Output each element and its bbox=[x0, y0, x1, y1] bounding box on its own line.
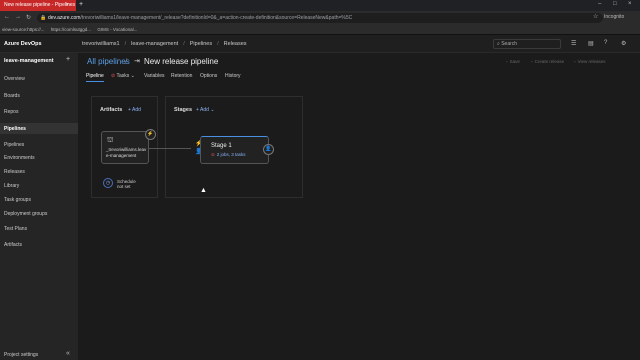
artifact-name: _trevoriwilliams.leave-management bbox=[106, 147, 147, 158]
tab-retention[interactable]: Retention bbox=[171, 73, 192, 79]
search-placeholder: Search bbox=[501, 41, 518, 47]
address-bar-row: ← → ↻ 🔒 dev.azure.com/trevoriwilliams1/l… bbox=[0, 11, 640, 25]
url-input[interactable]: 🔒 dev.azure.com/trevoriwilliams1/leave-m… bbox=[37, 13, 603, 23]
project-settings-link[interactable]: Project settings bbox=[4, 352, 38, 358]
reload-icon[interactable]: ↻ bbox=[26, 14, 31, 21]
tab-variables[interactable]: Variables bbox=[144, 73, 164, 79]
tab-history[interactable]: History bbox=[225, 73, 241, 79]
error-icon: ⊘ bbox=[211, 152, 215, 157]
sidebar: leave-management + Overview Boards Repos… bbox=[0, 53, 78, 360]
list-icon[interactable]: ☰ bbox=[571, 40, 576, 47]
tab-title: New release pipeline - Pipelines bbox=[4, 2, 76, 8]
breadcrumb-project[interactable]: leave-management bbox=[131, 41, 178, 47]
sidebar-item-task-groups[interactable]: Task groups bbox=[0, 194, 78, 205]
breadcrumb-separator: / bbox=[124, 41, 127, 47]
add-artifact-button[interactable]: + Add bbox=[128, 107, 141, 113]
release-pipeline-icon: ⇥ bbox=[134, 58, 140, 65]
url-host: dev.azure.com bbox=[48, 15, 81, 21]
lock-icon: 🔒 bbox=[40, 15, 47, 21]
devops-header: Azure DevOps trevoriwilliams1 / leave-mana… bbox=[0, 35, 640, 53]
create-release-button[interactable]: ▫ Create release bbox=[531, 59, 564, 64]
incognito-label: Incognito bbox=[604, 14, 625, 20]
forward-icon[interactable]: → bbox=[15, 14, 21, 20]
user-settings-icon[interactable]: ⚙ bbox=[621, 40, 626, 47]
sidebar-item-releases[interactable]: Releases bbox=[0, 166, 78, 177]
pipeline-connector bbox=[148, 148, 191, 149]
sidebar-item-environments[interactable]: Environments bbox=[0, 152, 78, 163]
stage-status-link[interactable]: ⊘ 2 jobs, 3 tasks bbox=[211, 152, 246, 158]
all-pipelines-link[interactable]: All pipelines bbox=[87, 57, 130, 66]
schedule-icon[interactable]: ◷ bbox=[103, 178, 113, 188]
search-input[interactable]: ⌕ Search bbox=[493, 39, 561, 49]
stage-name: Stage 1 bbox=[211, 143, 232, 149]
tab-tasks[interactable]: ⊘ Tasks ⌄ bbox=[111, 73, 135, 79]
new-tab-icon[interactable]: + bbox=[79, 1, 83, 8]
breadcrumb: trevoriwilliams1 / leave-management / Pipeli… bbox=[82, 41, 247, 47]
sidebar-item-pipelines-group[interactable]: Pipelines bbox=[0, 123, 78, 134]
browser-tab[interactable]: New release pipeline - Pipelines × bbox=[0, 0, 76, 11]
stages-title: Stages bbox=[174, 107, 193, 113]
maximize-icon[interactable]: □ bbox=[613, 1, 617, 7]
continuous-deployment-trigger-icon[interactable]: ⚡ bbox=[145, 129, 156, 140]
schedule-label[interactable]: Schedule not set bbox=[117, 179, 136, 189]
collapse-sidebar-icon[interactable]: « bbox=[66, 350, 70, 357]
breadcrumb-org[interactable]: trevoriwilliams1 bbox=[82, 41, 120, 47]
artifacts-title: Artifacts bbox=[100, 107, 123, 113]
url-path: /trevoriwilliams1/leave-management/_rele… bbox=[80, 15, 353, 21]
breadcrumb-releases[interactable]: Releases bbox=[224, 41, 247, 47]
breadcrumb-pipelines[interactable]: Pipelines bbox=[190, 41, 212, 47]
tab-close-icon[interactable]: × bbox=[66, 2, 69, 8]
page-title[interactable]: New release pipeline bbox=[144, 57, 218, 66]
view-releases-button[interactable]: ▫ View releases bbox=[574, 59, 606, 64]
build-artifact-icon: ⛫ bbox=[107, 137, 114, 144]
bookmark-item[interactable]: view-source:https://... bbox=[2, 27, 45, 32]
releases-icon: ▫ bbox=[574, 59, 576, 64]
artifacts-panel: Artifacts + Add ⛫ _trevoriwilliams.leave… bbox=[91, 96, 158, 198]
brand-name[interactable]: Azure DevOps bbox=[4, 41, 42, 47]
close-window-icon[interactable]: × bbox=[628, 1, 632, 7]
bookmarks-bar: view-source:https://... https://comlsutg… bbox=[0, 25, 640, 35]
project-name[interactable]: leave-management bbox=[4, 58, 54, 64]
sidebar-item-pipelines[interactable]: Pipelines bbox=[0, 139, 78, 150]
minimize-icon[interactable]: – bbox=[598, 1, 601, 7]
browser-tab-bar: New release pipeline - Pipelines × + – □… bbox=[0, 0, 640, 11]
tab-pipeline[interactable]: Pipeline bbox=[86, 73, 104, 82]
bookmark-item[interactable]: GIMS - Vocational... bbox=[97, 27, 137, 32]
sidebar-item-repos[interactable]: Repos bbox=[0, 106, 78, 117]
save-button[interactable]: ▫ Save bbox=[506, 59, 520, 64]
tab-options[interactable]: Options bbox=[200, 73, 217, 79]
add-icon[interactable]: + bbox=[66, 56, 70, 63]
back-icon[interactable]: ← bbox=[4, 14, 10, 20]
rocket-icon: ▫ bbox=[531, 59, 533, 64]
bookmark-star-icon[interactable]: ☆ bbox=[593, 13, 598, 20]
add-stage-button[interactable]: + Add ⌄ bbox=[196, 107, 215, 113]
clipboard-icon[interactable]: ▤ bbox=[588, 40, 594, 47]
sidebar-item-test-plans[interactable]: Test Plans bbox=[0, 223, 78, 234]
save-icon: ▫ bbox=[506, 59, 508, 64]
title-separator: / bbox=[125, 57, 128, 66]
bookmark-item[interactable]: https://comlsutggd... bbox=[51, 27, 91, 32]
sidebar-item-artifacts[interactable]: Artifacts bbox=[0, 239, 78, 250]
breadcrumb-separator: / bbox=[217, 41, 219, 47]
main-content: All pipelines / ⇥ New release pipeline ▫… bbox=[78, 53, 640, 360]
breadcrumb-separator: / bbox=[183, 41, 185, 47]
artifact-card[interactable]: ⛫ _trevoriwilliams.leave-management bbox=[101, 131, 149, 164]
sidebar-item-boards[interactable]: Boards bbox=[0, 90, 78, 101]
sidebar-item-library[interactable]: Library bbox=[0, 180, 78, 191]
sidebar-item-deployment-groups[interactable]: Deployment groups bbox=[0, 208, 78, 219]
sidebar-item-overview[interactable]: Overview bbox=[0, 73, 78, 84]
post-deployment-conditions-icon[interactable]: 👤 bbox=[263, 144, 274, 155]
mouse-cursor-icon: ▲ bbox=[200, 187, 207, 194]
help-icon[interactable]: ? bbox=[604, 40, 607, 46]
stage-card[interactable]: Stage 1 ⊘ 2 jobs, 3 tasks bbox=[200, 136, 269, 164]
